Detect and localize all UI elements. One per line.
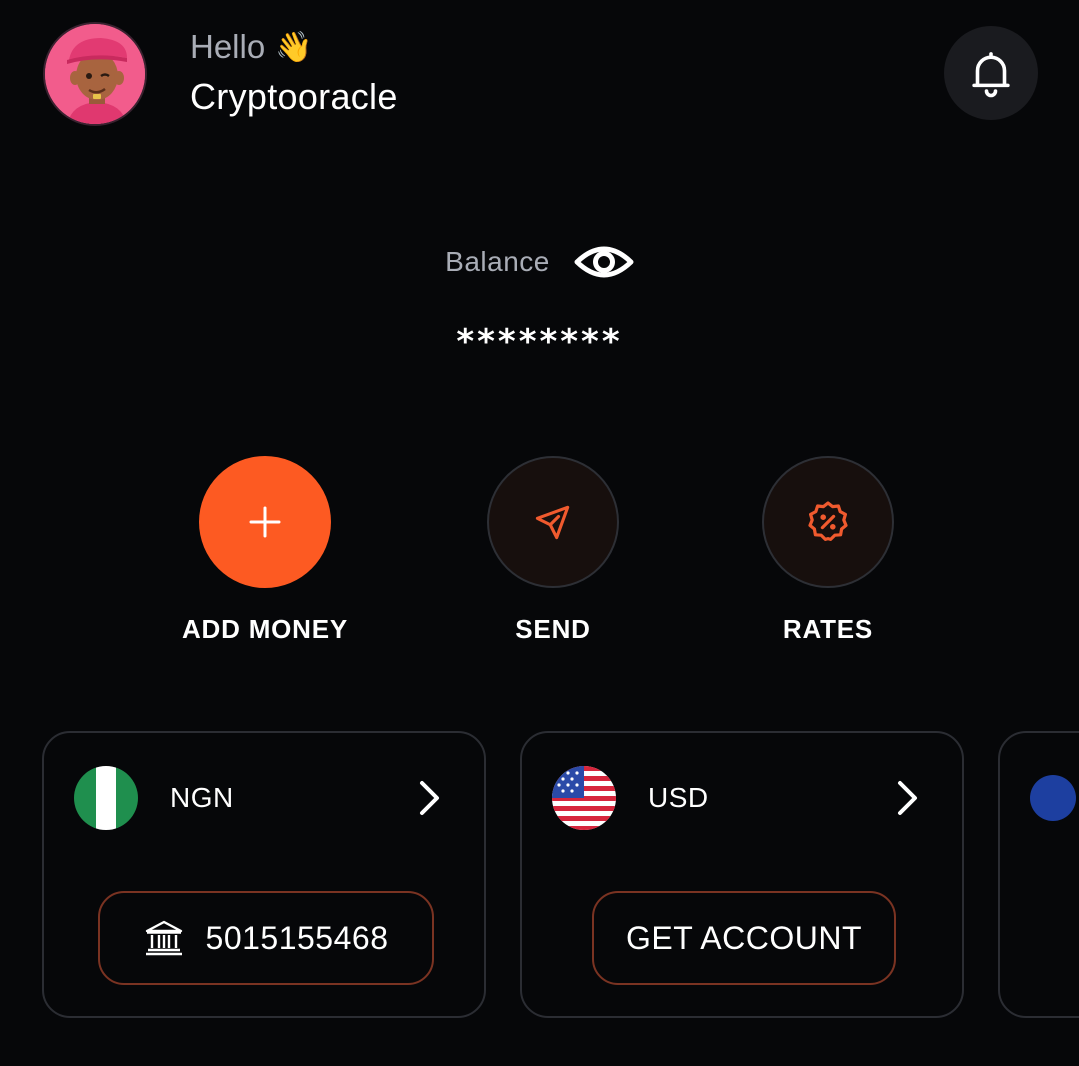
send-label: SEND	[515, 614, 591, 644]
avatar-character-icon	[45, 24, 145, 124]
rates-label: RATES	[782, 614, 874, 644]
send-action[interactable]: SEND	[453, 456, 653, 645]
card-header: USD	[552, 765, 926, 831]
balance-value: ********	[456, 322, 623, 362]
card-header: NGN	[74, 765, 448, 831]
rates-action[interactable]: RATES	[728, 456, 928, 645]
currency-code: NGN	[170, 782, 234, 813]
balance-header: Balance	[0, 240, 1079, 284]
balance-label: Balance	[445, 246, 550, 277]
greeting-block: Hello 👋 Cryptooracle	[190, 26, 398, 118]
username: Cryptooracle	[190, 76, 398, 117]
ngn-account-card[interactable]: NGN 5015155468	[42, 731, 486, 1018]
notifications-button[interactable]	[944, 26, 1038, 120]
next-account-card-partial[interactable]	[998, 731, 1079, 1018]
get-account-label: GET ACCOUNT	[625, 919, 863, 956]
flag-icon	[1030, 775, 1076, 821]
bell-icon	[972, 52, 1010, 98]
toggle-balance-visibility-button[interactable]	[574, 240, 634, 284]
rates-button[interactable]	[762, 456, 894, 588]
get-account-button[interactable]: GET ACCOUNT	[592, 891, 896, 985]
bank-icon	[145, 920, 182, 956]
add-money-action[interactable]: ADD MONEY	[165, 456, 365, 645]
rates-badge-icon	[808, 501, 848, 541]
account-number-button[interactable]: 5015155468	[98, 891, 434, 985]
currency-code: USD	[648, 782, 709, 813]
avatar[interactable]	[43, 22, 147, 126]
greeting-text: Hello	[190, 28, 266, 65]
chevron-right-icon[interactable]	[412, 780, 448, 816]
send-button[interactable]	[487, 456, 619, 588]
usd-account-card[interactable]: USD GET ACCOUNT	[520, 731, 964, 1018]
wave-emoji-icon: 👋	[275, 30, 313, 64]
add-money-button[interactable]	[199, 456, 331, 588]
eye-icon	[574, 246, 634, 278]
chevron-right-icon[interactable]	[890, 780, 926, 816]
home-screen: Hello 👋 Cryptooracle Balance ******** AD…	[0, 0, 1079, 1066]
plus-icon	[249, 506, 281, 538]
account-number: 5015155468	[205, 919, 389, 956]
add-money-label: ADD MONEY	[181, 614, 349, 644]
send-icon	[535, 505, 570, 540]
nigeria-flag-icon	[74, 766, 138, 830]
us-flag-icon	[552, 766, 616, 830]
